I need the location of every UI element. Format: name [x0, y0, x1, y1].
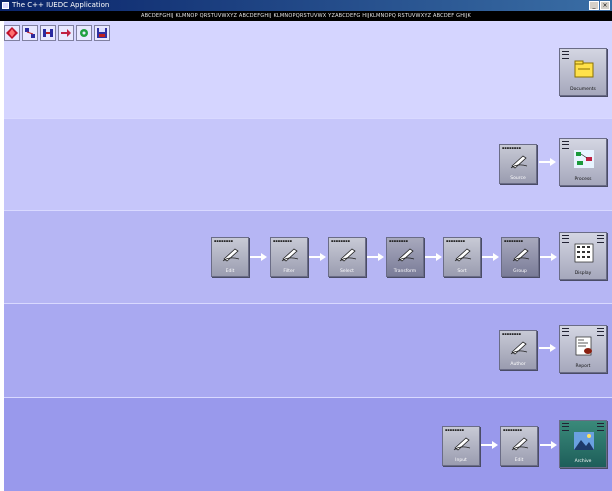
flow-icon [574, 150, 594, 168]
node-label: Transform [393, 269, 417, 274]
target-node-process[interactable]: Process [559, 138, 607, 186]
process-node-sort[interactable]: ▪▪▪▪▪▪▪▪ Sort [443, 237, 481, 277]
node-label: Author [510, 362, 526, 367]
menu-icon[interactable] [597, 423, 604, 431]
arrow-icon[interactable] [58, 25, 74, 41]
connector-arrow [540, 441, 557, 449]
menu-icon[interactable] [562, 235, 569, 243]
save-icon[interactable] [94, 25, 110, 41]
target-label: Documents [570, 87, 596, 92]
node-header: ▪▪▪▪▪▪▪▪ [504, 239, 523, 243]
node-label: Select [340, 269, 354, 274]
process-node-author[interactable]: ▪▪▪▪▪▪▪▪ Author [499, 330, 537, 370]
target-node-documents[interactable]: Documents [559, 48, 607, 96]
node-header: ▪▪▪▪▪▪▪▪ [273, 239, 292, 243]
menu-icon[interactable] [597, 235, 604, 243]
minimize-icon[interactable]: _ [589, 1, 599, 10]
connector-arrow [539, 158, 556, 166]
connector-arrow [309, 253, 326, 261]
connector-arrow [539, 344, 556, 352]
pen-icon [397, 248, 415, 262]
target-node-archive[interactable]: Archive [559, 420, 607, 468]
node-header: ▪▪▪▪▪▪▪▪ [503, 428, 522, 432]
target-node-display[interactable]: Display [559, 232, 607, 280]
gear-icon[interactable] [76, 25, 92, 41]
node-label: Edit [514, 458, 524, 463]
process-node-transform[interactable]: ▪▪▪▪▪▪▪▪ Transform [386, 237, 424, 277]
connector-arrow [250, 253, 267, 261]
pen-icon [453, 437, 471, 451]
pen-icon [222, 248, 240, 262]
target-label: Archive [574, 459, 592, 464]
connector-arrow [367, 253, 384, 261]
node-label: Edit [225, 269, 235, 274]
menu-icon[interactable] [562, 423, 569, 431]
process-node-filter[interactable]: ▪▪▪▪▪▪▪▪ Filter [270, 237, 308, 277]
pen-icon [510, 155, 528, 169]
grid-icon [574, 243, 594, 263]
pen-icon [512, 248, 530, 262]
window-controls: _ × [589, 1, 610, 10]
menu-icon[interactable] [562, 51, 569, 59]
node-label: Input [455, 458, 467, 463]
node-header: ▪▪▪▪▪▪▪▪ [389, 239, 408, 243]
split-icon[interactable] [40, 25, 56, 41]
photo-icon [574, 432, 594, 450]
target-label: Report [575, 364, 591, 369]
node-header: ▪▪▪▪▪▪▪▪ [214, 239, 233, 243]
menu-icon[interactable] [562, 328, 569, 336]
pen-icon [511, 437, 529, 451]
node-header: ▪▪▪▪▪▪▪▪ [446, 239, 465, 243]
network-icon[interactable] [22, 25, 38, 41]
process-node-source[interactable]: ▪▪▪▪▪▪▪▪ Source [499, 144, 537, 184]
node-header: ▪▪▪▪▪▪▪▪ [502, 146, 521, 150]
node-header: ▪▪▪▪▪▪▪▪ [502, 332, 521, 336]
pen-icon [281, 248, 299, 262]
pen-icon [339, 248, 357, 262]
node-label: Source [510, 176, 526, 181]
node-header: ▪▪▪▪▪▪▪▪ [445, 428, 464, 432]
target-label: Display [574, 271, 592, 276]
node-label: Sort [457, 269, 467, 274]
pen-icon [454, 248, 472, 262]
folder-icon [574, 60, 594, 78]
diamond-icon[interactable] [4, 25, 20, 41]
document-icon [575, 336, 592, 356]
menu-icon[interactable] [597, 328, 604, 336]
node-header: ▪▪▪▪▪▪▪▪ [331, 239, 350, 243]
process-node-input[interactable]: ▪▪▪▪▪▪▪▪ Input [442, 426, 480, 466]
process-node-edit-2[interactable]: ▪▪▪▪▪▪▪▪ Edit [500, 426, 538, 466]
process-node-group[interactable]: ▪▪▪▪▪▪▪▪ Group [501, 237, 539, 277]
app-icon[interactable] [2, 2, 9, 9]
pen-icon [510, 341, 528, 355]
menu-icon[interactable] [562, 141, 569, 149]
connector-arrow [481, 441, 498, 449]
connector-arrow [540, 253, 557, 261]
process-node-edit[interactable]: ▪▪▪▪▪▪▪▪ Edit [211, 237, 249, 277]
target-label: Process [574, 177, 592, 182]
node-label: Group [513, 269, 527, 274]
status-strip: ABCDEFGHIJ KLMNOP QRSTUVWXYZ ABCDEFGHIJ … [0, 11, 612, 21]
toolbar [4, 25, 110, 43]
target-node-report[interactable]: Report [559, 325, 607, 373]
process-node-select[interactable]: ▪▪▪▪▪▪▪▪ Select [328, 237, 366, 277]
connector-arrow [425, 253, 442, 261]
connector-arrow [482, 253, 499, 261]
node-label: Filter [283, 269, 295, 274]
close-icon[interactable]: × [600, 1, 610, 10]
window-title: The C++ IUEDC Application [12, 1, 110, 9]
title-bar: The C++ IUEDC Application _ × [0, 0, 612, 11]
